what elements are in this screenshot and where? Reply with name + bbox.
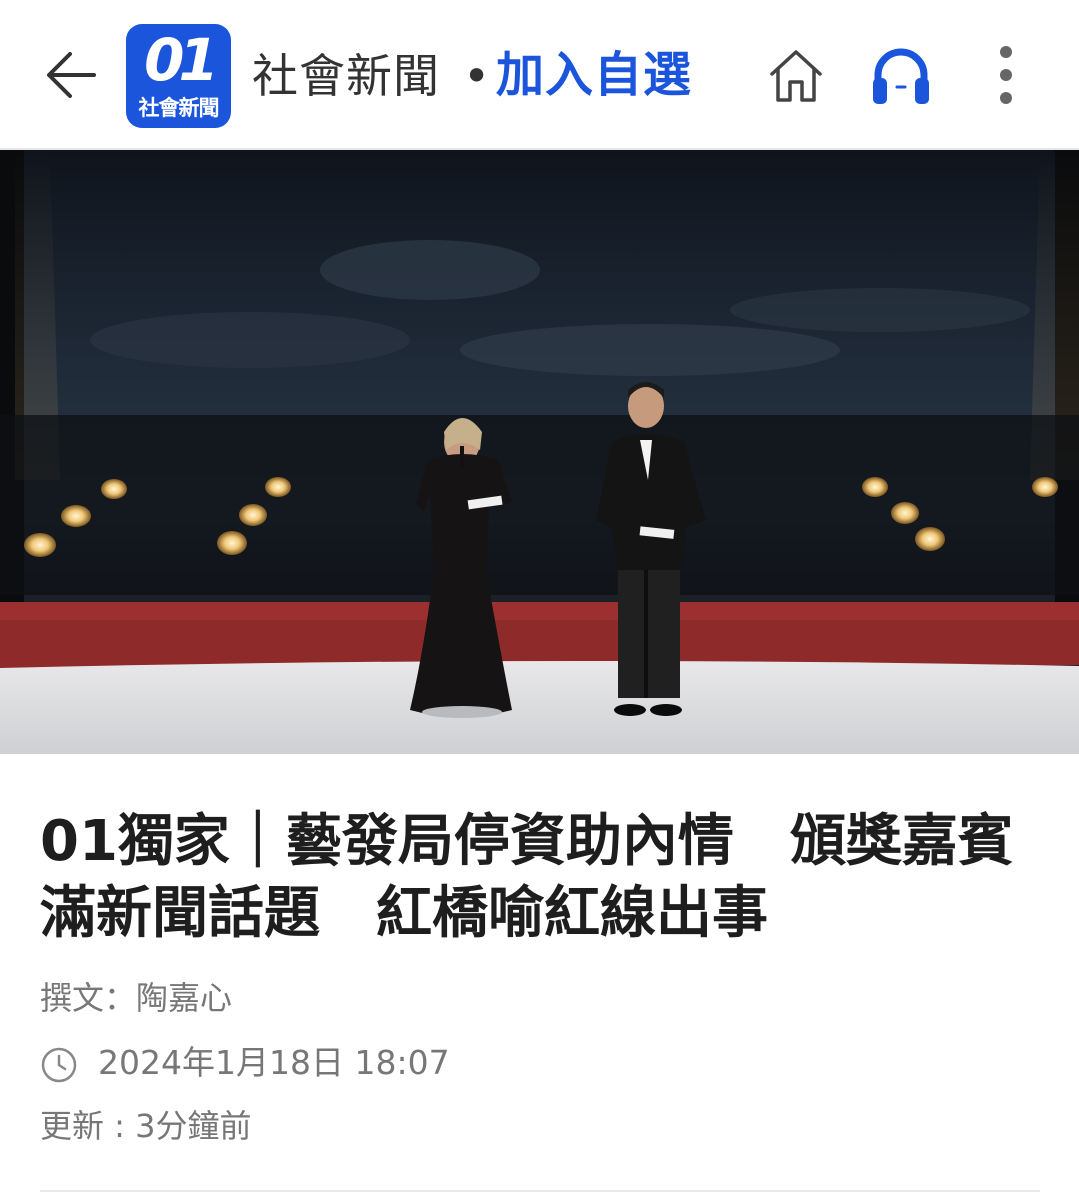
more-options-button[interactable] xyxy=(984,40,1028,112)
article-hero-image[interactable] xyxy=(0,150,1079,754)
publish-date: 2024年1月18日 18:07 xyxy=(98,1043,450,1082)
logo-number: 01 xyxy=(144,26,219,94)
more-vertical-icon xyxy=(1000,46,1012,104)
divider xyxy=(40,1190,1040,1192)
home-icon xyxy=(770,50,822,102)
updated-time: 更新 : 3分鐘前 xyxy=(40,1107,252,1145)
logo-subtitle: 社會新聞 xyxy=(138,96,220,120)
separator-dot: • xyxy=(463,49,491,103)
stage-photo xyxy=(0,150,1079,754)
audio-button[interactable] xyxy=(868,42,934,108)
article-headline: 01獨家｜藝發局停資助內情 頒獎嘉賓 滿新聞話題 紅橋喻紅線出事 xyxy=(40,809,1014,946)
channel-logo[interactable]: 01 社會新聞 xyxy=(126,24,231,128)
channel-name[interactable]: 社會新聞 xyxy=(252,48,440,104)
article-author: 撰文：陶嘉心 xyxy=(40,979,233,1017)
clock-icon xyxy=(41,1047,77,1083)
arrow-left-icon xyxy=(47,52,96,98)
follow-button[interactable]: 加入自選 xyxy=(496,46,692,104)
home-button[interactable] xyxy=(764,44,828,108)
headphones-icon xyxy=(873,48,929,104)
back-button[interactable] xyxy=(40,42,106,108)
top-app-bar: 01 社會新聞 社會新聞 • 加入自選 xyxy=(0,0,1079,150)
